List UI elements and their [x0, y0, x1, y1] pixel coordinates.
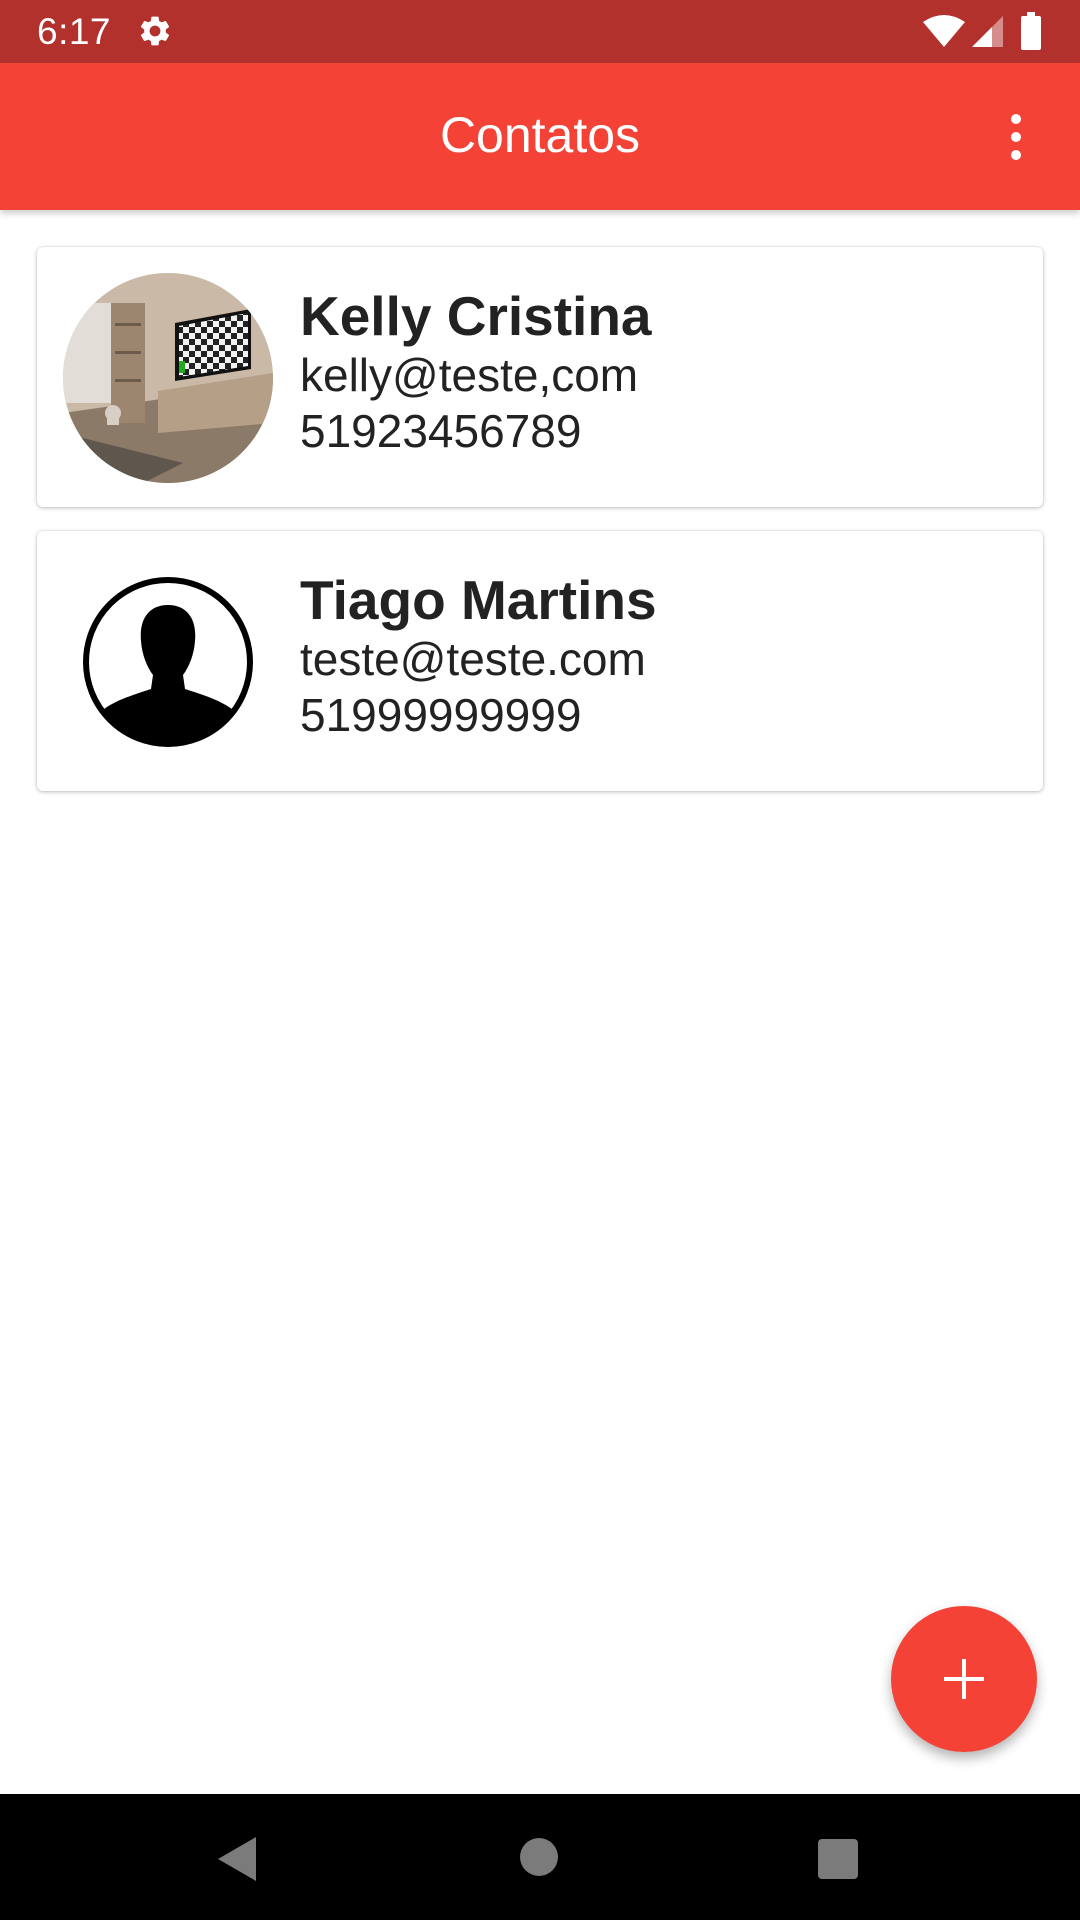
contact-name: Kelly Cristina — [300, 285, 652, 347]
cell-signal-icon — [972, 16, 1003, 47]
battery-icon — [1021, 12, 1041, 50]
status-time: 6:17 — [37, 11, 112, 52]
recents-icon[interactable] — [818, 1839, 858, 1879]
contact-email: kelly@teste,com — [300, 349, 639, 401]
contact-name: Tiago Martins — [300, 569, 657, 631]
contact-card[interactable]: Tiago Martins teste@teste.com 5199999999… — [37, 531, 1043, 791]
add-contact-button[interactable] — [891, 1606, 1037, 1752]
gear-icon — [140, 16, 170, 46]
more-options-button[interactable] — [990, 107, 1042, 167]
contact-photo — [63, 273, 273, 483]
contact-phone: 51999999999 — [300, 689, 582, 741]
contact-email: teste@teste.com — [300, 633, 646, 685]
page-title: Contatos — [439, 107, 641, 163]
status-bar: 6:17 — [0, 0, 1080, 63]
navigation-bar — [0, 1794, 1080, 1920]
contact-phone: 51923456789 — [300, 405, 582, 457]
app-bar: Contatos — [0, 63, 1080, 210]
wifi-icon — [923, 15, 965, 47]
default-person-icon — [63, 557, 273, 767]
more-vert-icon — [1011, 114, 1021, 124]
plus-icon — [944, 1659, 984, 1699]
contact-card[interactable]: Kelly Cristina kelly@teste,com 519234567… — [37, 247, 1043, 507]
back-icon[interactable] — [216, 1837, 258, 1881]
home-icon[interactable] — [520, 1838, 558, 1876]
